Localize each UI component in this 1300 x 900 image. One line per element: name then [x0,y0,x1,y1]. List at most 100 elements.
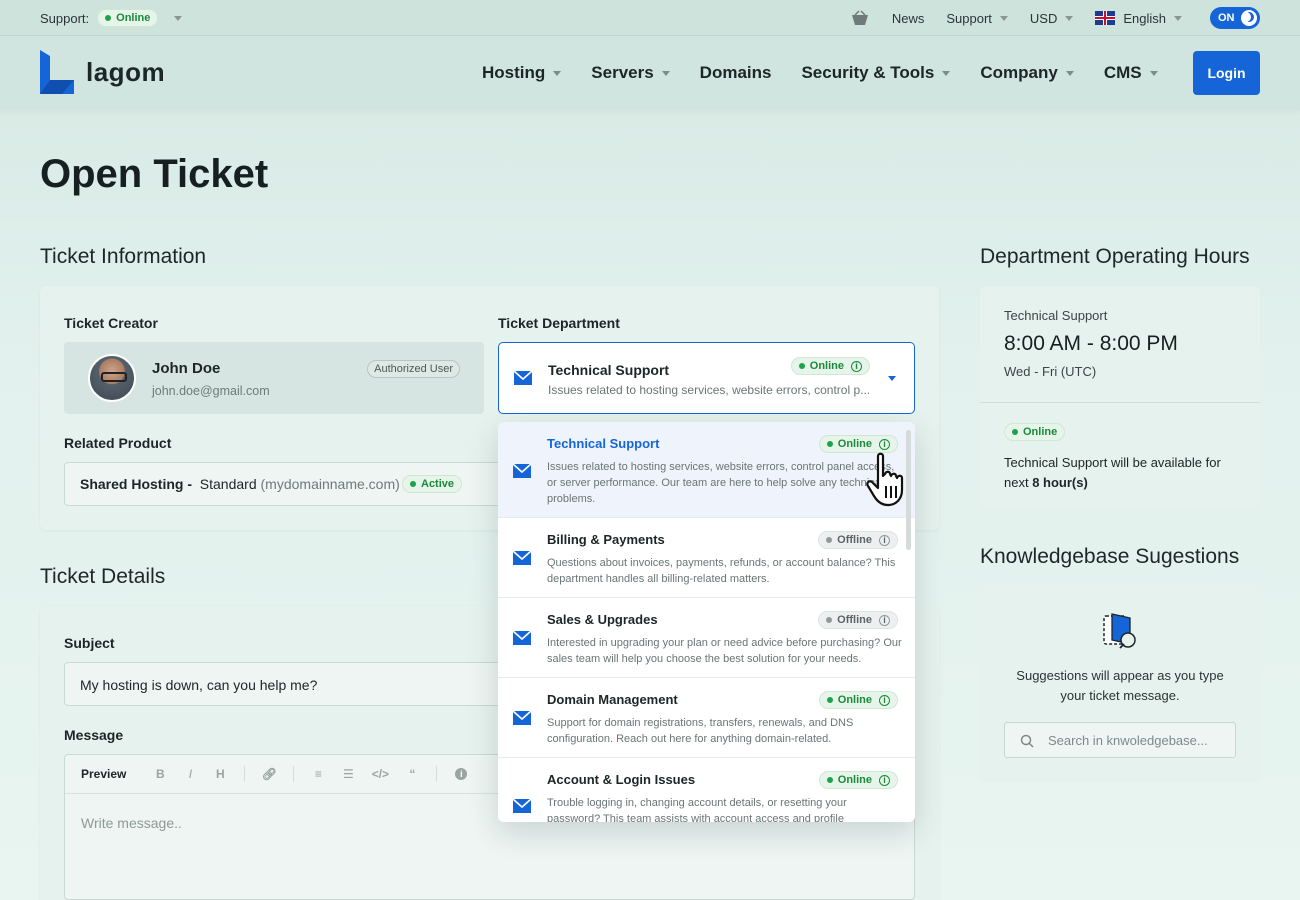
info-icon: i [879,614,890,626]
news-link[interactable]: News [892,11,925,26]
preview-tab[interactable]: Preview [81,767,126,781]
italic-icon[interactable]: I [184,767,196,781]
mail-icon [513,711,531,725]
nav-label: Security & Tools [801,63,935,82]
mail-icon [513,464,531,478]
ticket-creator-label: Ticket Creator [64,315,158,331]
knowledgebase-title: Knowledgebase Sugestions [980,545,1240,568]
knowledgebase-hint: Suggestions will appear as you type your… [1016,668,1224,703]
nav-hosting[interactable]: Hosting [482,63,562,83]
heading-icon[interactable]: H [214,767,226,781]
nav-label: Hosting [482,63,546,82]
search-icon [1020,734,1034,748]
nav-company[interactable]: Company [980,63,1074,83]
dropdown-item-billing[interactable]: Billing & Payments Offline i Questions ab… [498,518,915,598]
status-text: Online [837,694,872,706]
authorized-user-badge: Authorized User [367,360,460,378]
chevron-down-icon [1149,70,1158,76]
book-search-icon [1103,613,1136,649]
dropdown-item-technical-support[interactable]: Technical Support Online i Issues related… [498,422,915,518]
toolbar-divider [244,766,246,782]
online-badge: Online i [818,435,898,453]
login-button[interactable]: Login [1193,51,1260,95]
product-plan: Standard [199,476,257,492]
offline-badge: Offline i [818,611,898,629]
status-dot-icon [798,363,805,369]
language-select[interactable]: English [1095,11,1182,26]
related-product-select[interactable]: Shared Hosting - Standard (mydomainname.… [64,462,504,506]
support-online-badge: Online [97,9,159,27]
online-badge: Online i [818,691,898,709]
toolbar-divider [293,766,295,782]
main-header: lagom Hosting Servers Domains Security &… [0,36,1300,110]
quote-icon[interactable]: “ [406,767,418,781]
bold-icon[interactable]: B [154,767,166,781]
status-dot-icon [826,441,833,447]
toggle-label: ON [1218,12,1235,24]
nav-security-tools[interactable]: Security & Tools [801,63,951,83]
info-icon: i [879,694,890,706]
code-icon[interactable]: </> [372,767,389,781]
dropdown-item-sales[interactable]: Sales & Upgrades Offline i Interested in … [498,598,915,678]
status-text: Offline [837,534,872,546]
operating-hours-title: Department Operating Hours [980,245,1250,268]
availability-card: Online Technical Support will be availab… [980,402,1260,510]
status-text: Online [837,774,872,786]
chevron-down-icon [1065,15,1074,21]
dark-mode-toggle[interactable]: ON [1210,7,1260,29]
nav-servers[interactable]: Servers [591,63,670,83]
numbered-list-icon[interactable]: ☰ [342,767,354,781]
product-text: Shared Hosting - Standard (mydomainname.… [80,476,400,492]
page-title: Open Ticket [40,152,269,196]
bullet-list-icon[interactable]: ≡ [312,767,324,781]
dropdown-item-title: Billing & Payments [547,532,665,547]
logo-icon [40,50,74,94]
currency-select[interactable]: USD [1030,11,1074,26]
help-icon[interactable]: i [455,768,468,780]
info-icon: i [851,360,862,372]
subject-label: Subject [64,635,115,651]
message-label: Message [64,727,124,743]
support-menu[interactable]: Support [946,11,1008,26]
support-status[interactable]: Support: Online [40,0,183,36]
support-label: Support: [40,10,90,26]
chevron-down-icon [888,376,896,381]
chevron-down-icon [999,15,1008,21]
department-dropdown: Technical Support Online i Issues related… [498,422,915,822]
status-text: Online [837,438,872,450]
link-icon[interactable]: 🔗︎ [262,767,277,781]
nav-cms[interactable]: CMS [1104,63,1158,83]
creator-name: John Doe [152,360,221,377]
mail-icon [513,799,531,813]
availability-text: Technical Support will be available for … [1004,453,1240,493]
ticket-creator-box: John Doe john.doe@gmail.com Authorized U… [64,342,484,414]
ticket-department-label: Ticket Department [498,315,620,331]
ticket-information-title: Ticket Information [40,245,207,268]
dropdown-item-desc: Trouble logging in, changing account det… [547,797,847,822]
availability-online-badge: Online [1004,423,1066,441]
knowledgebase-search-input[interactable]: Search in knwoledgebase... [1004,722,1236,758]
selected-department-title: Technical Support [548,362,670,378]
department-select[interactable]: Technical Support Issues related to host… [498,342,915,414]
basket-icon[interactable] [850,10,870,26]
ticket-details-title: Ticket Details [40,565,166,588]
chevron-down-icon [942,70,951,76]
logo-text: lagom [86,56,166,87]
nav-label: Company [980,63,1058,82]
dropdown-item-account[interactable]: Account & Login Issues Online i Trouble l… [498,758,915,822]
logo[interactable]: lagom [40,50,165,94]
hours-days: Wed - Fri (UTC) [1004,364,1097,379]
hand-cursor-icon [866,452,904,507]
chevron-down-icon [1174,15,1182,21]
nav-domains[interactable]: Domains [700,63,772,83]
dropdown-item-desc: Support for domain registrations, transf… [547,717,854,745]
hours-time: 8:00 AM - 8:00 PM [1004,332,1178,355]
main-nav: Hosting Servers Domains Security & Tools… [482,36,1188,110]
nav-label: Servers [591,63,654,82]
message-placeholder: Write message.. [81,815,182,831]
top-bar: Support: Online News Support USD English… [0,0,1300,36]
dropdown-item-domain[interactable]: Domain Management Online i Support for do… [498,678,915,758]
mail-icon [514,371,532,385]
status-text: Offline [837,614,872,626]
dropdown-item-title: Account & Login Issues [547,772,696,787]
